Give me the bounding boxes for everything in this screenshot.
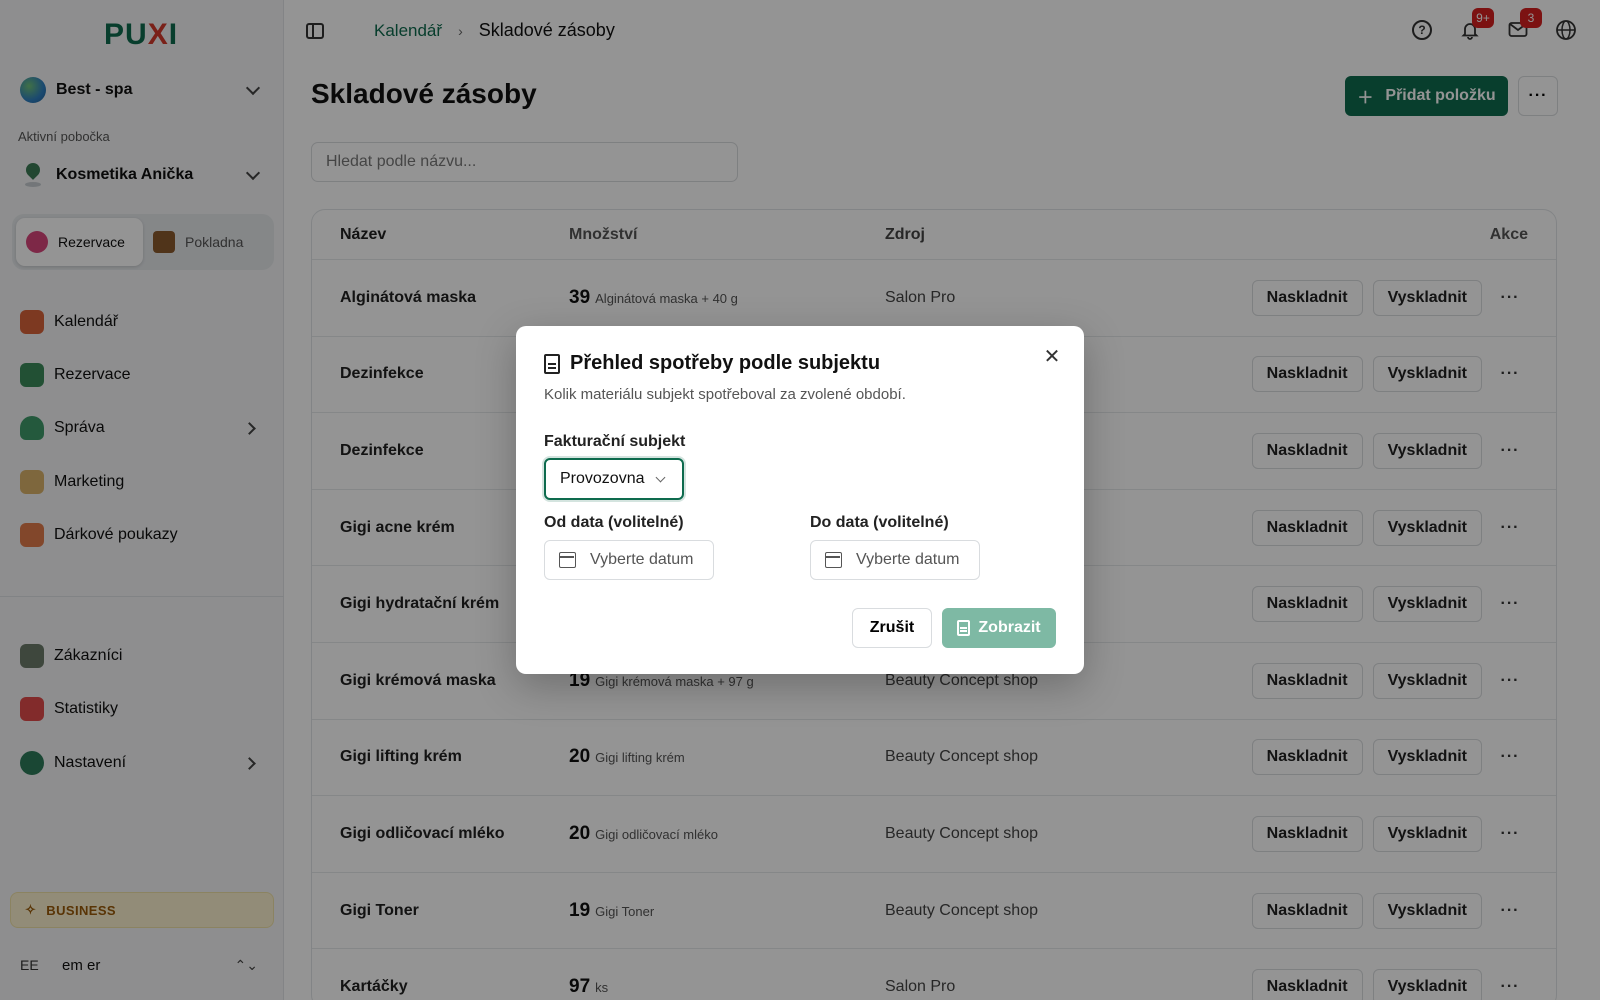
- document-icon: [957, 620, 971, 636]
- dialog-title: Přehled spotřeby podle subjektu: [544, 352, 880, 375]
- to-date-placeholder: Vyberte datum: [856, 551, 960, 568]
- from-date-placeholder: Vyberte datum: [590, 551, 694, 568]
- billing-entity-value: Provozovna: [560, 470, 645, 487]
- billing-entity-label: Fakturační subjekt: [544, 433, 686, 450]
- to-date-picker[interactable]: Vyberte datum: [810, 540, 980, 580]
- cancel-button[interactable]: Zrušit: [852, 608, 932, 648]
- consumption-dialog: Přehled spotřeby podle subjektu ✕ Kolik …: [516, 326, 1084, 674]
- calendar-icon: [825, 552, 842, 568]
- from-date-label: Od data (volitelné): [544, 514, 684, 531]
- dialog-title-text: Přehled spotřeby podle subjektu: [570, 352, 881, 374]
- show-button-label: Zobrazit: [978, 619, 1041, 636]
- from-date-picker[interactable]: Vyberte datum: [544, 540, 714, 580]
- close-icon[interactable]: ✕: [1040, 344, 1064, 368]
- calendar-icon: [559, 552, 576, 568]
- billing-entity-select[interactable]: Provozovna: [544, 458, 684, 500]
- document-icon: [544, 353, 560, 374]
- chevron-down-icon: [655, 472, 665, 482]
- show-button[interactable]: Zobrazit: [942, 608, 1056, 648]
- to-date-label: Do data (volitelné): [810, 514, 949, 531]
- dialog-description: Kolik materiálu subjekt spotřeboval za z…: [544, 386, 906, 403]
